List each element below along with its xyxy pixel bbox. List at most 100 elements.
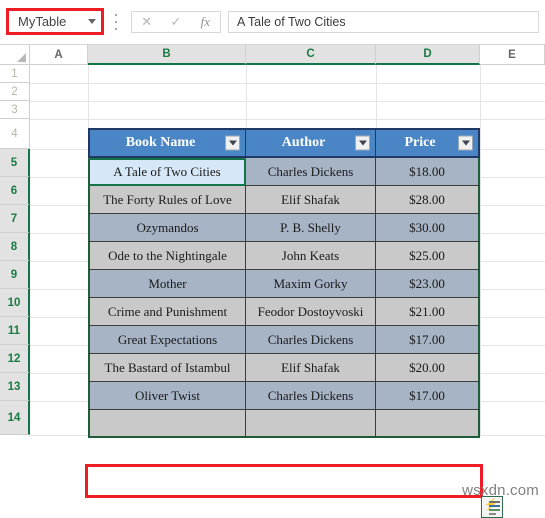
watermark: wsxdn.com	[462, 482, 539, 499]
table-row[interactable]: The Forty Rules of Love Elif Shafak $28.00	[88, 186, 480, 214]
table-cell-author[interactable]: P. B. Shelly	[246, 214, 376, 242]
row-header-11[interactable]: 11	[0, 317, 30, 345]
column-header-label: D	[423, 48, 432, 60]
row-header-label: 14	[7, 411, 21, 424]
filter-dropdown-icon[interactable]	[355, 135, 370, 151]
table-cell-book[interactable]: Great Expectations	[88, 326, 246, 354]
row-header-3[interactable]: 3	[0, 101, 30, 119]
filter-dropdown-icon[interactable]	[458, 135, 473, 151]
table-row[interactable]: Mother Maxim Gorky $23.00	[88, 270, 480, 298]
formula-bar-grip[interactable]	[113, 14, 119, 30]
row-header-12[interactable]: 12	[0, 345, 30, 373]
table-cell-book[interactable]: Ozymandos	[88, 214, 246, 242]
table-cell-price[interactable]: $17.00	[376, 382, 480, 410]
table-header-row: Book Name Author Price	[88, 128, 480, 158]
gridline	[30, 119, 545, 120]
table-body: A Tale of Two Cities Charles Dickens $18.0…	[88, 158, 480, 438]
table-cell-price[interactable]: $18.00	[376, 158, 480, 186]
row-header-4[interactable]: 4	[0, 119, 30, 149]
row-header-label: 1	[11, 67, 18, 80]
table-row[interactable]: The Bastard of Istambul Elif Shafak $20.00	[88, 354, 480, 382]
confirm-formula-button[interactable]: ✓	[161, 12, 190, 32]
table-cell-author[interactable]: Maxim Gorky	[246, 270, 376, 298]
formula-input[interactable]: A Tale of Two Cities	[228, 11, 539, 33]
quick-analysis-icon[interactable]: ⚡	[481, 496, 503, 518]
row-header-label: 11	[7, 324, 21, 337]
table-column-header-label: Author	[281, 135, 326, 150]
table-cell-book[interactable]: Oliver Twist	[88, 382, 246, 410]
excel-table-mytable: Book Name Author Price A Tale of Two Cit…	[88, 128, 480, 438]
table-cell-book[interactable]: Crime and Punishment	[88, 298, 246, 326]
column-header-b[interactable]: B	[88, 45, 246, 65]
table-cell-book[interactable]: The Forty Rules of Love	[88, 186, 246, 214]
table-cell-price[interactable]: $21.00	[376, 298, 480, 326]
formula-action-buttons: ✕ ✓ fx	[131, 11, 221, 33]
name-box-dropdown-button[interactable]	[83, 19, 101, 24]
row-header-label: 5	[10, 156, 18, 169]
column-header-label: A	[54, 48, 63, 61]
table-cell-book[interactable]: Ode to the Nightingale	[88, 242, 246, 270]
column-header-c[interactable]: C	[246, 45, 376, 65]
row-header-10[interactable]: 10	[0, 289, 30, 317]
table-cell-price[interactable]	[376, 410, 480, 438]
row-header-5[interactable]: 5	[0, 149, 30, 177]
table-row[interactable]: Ozymandos P. B. Shelly $30.00	[88, 214, 480, 242]
table-cell-author[interactable]: John Keats	[246, 242, 376, 270]
table-column-header-author[interactable]: Author	[246, 130, 376, 156]
table-cell-author[interactable]: Charles Dickens	[246, 382, 376, 410]
table-cell-book[interactable]	[88, 410, 246, 438]
table-cell-book[interactable]: The Bastard of Istambul	[88, 354, 246, 382]
table-cell-book[interactable]: A Tale of Two Cities	[88, 158, 246, 186]
table-cell-author[interactable]: Elif Shafak	[246, 354, 376, 382]
row-header-label: 6	[10, 184, 18, 197]
table-cell-author[interactable]: Charles Dickens	[246, 158, 376, 186]
cancel-formula-button[interactable]: ✕	[132, 12, 161, 32]
row-header-label: 12	[7, 352, 21, 365]
table-row[interactable]	[88, 410, 480, 438]
table-cell-price[interactable]: $23.00	[376, 270, 480, 298]
grip-dot	[115, 28, 117, 30]
table-row[interactable]: Ode to the Nightingale John Keats $25.00	[88, 242, 480, 270]
row-header-8[interactable]: 8	[0, 233, 30, 261]
table-row[interactable]: A Tale of Two Cities Charles Dickens $18.0…	[88, 158, 480, 186]
table-column-header-price[interactable]: Price	[376, 130, 480, 156]
table-cell-author[interactable]: Feodor Dostoyvoski	[246, 298, 376, 326]
row-header-14[interactable]: 14	[0, 401, 30, 435]
insert-function-icon[interactable]: fx	[191, 12, 220, 32]
filter-dropdown-icon[interactable]	[225, 135, 240, 151]
table-column-header-book-name[interactable]: Book Name	[88, 130, 246, 156]
table-cell-price[interactable]: $28.00	[376, 186, 480, 214]
column-header-d[interactable]: D	[376, 45, 480, 65]
row-header-2[interactable]: 2	[0, 83, 30, 101]
table-row[interactable]: Oliver Twist Charles Dickens $17.00	[88, 382, 480, 410]
filter-triangle-icon	[358, 140, 367, 146]
row-header-1[interactable]: 1	[0, 65, 30, 83]
row-header-label: 9	[10, 268, 18, 281]
row-header-label: 2	[11, 85, 18, 98]
column-header-label: E	[508, 48, 516, 61]
column-header-a[interactable]: A	[30, 45, 88, 65]
row-header-9[interactable]: 9	[0, 261, 30, 289]
column-header-row: A B C D E	[0, 45, 545, 65]
table-cell-author[interactable]: Elif Shafak	[246, 186, 376, 214]
table-cell-price[interactable]: $20.00	[376, 354, 480, 382]
column-header-e[interactable]: E	[480, 45, 545, 65]
select-all-triangle-icon	[17, 53, 26, 62]
row-header-label: 7	[10, 212, 18, 225]
row-header-7[interactable]: 7	[0, 205, 30, 233]
table-cell-price[interactable]: $17.00	[376, 326, 480, 354]
row-header-6[interactable]: 6	[0, 177, 30, 205]
row-header-13[interactable]: 13	[0, 373, 30, 401]
name-box[interactable]: MyTable	[6, 8, 104, 35]
table-cell-author[interactable]: Charles Dickens	[246, 326, 376, 354]
table-cell-book[interactable]: Mother	[88, 270, 246, 298]
table-cell-price[interactable]: $30.00	[376, 214, 480, 242]
table-cell-author[interactable]	[246, 410, 376, 438]
row-header-label: 4	[11, 127, 18, 140]
table-row[interactable]: Great Expectations Charles Dickens $17.00	[88, 326, 480, 354]
select-all-corner[interactable]	[0, 45, 30, 65]
table-cell-price[interactable]: $25.00	[376, 242, 480, 270]
table-row[interactable]: Crime and Punishment Feodor Dostoyvoski $2…	[88, 298, 480, 326]
filter-triangle-icon	[461, 140, 470, 146]
row-header-label: 8	[10, 240, 18, 253]
